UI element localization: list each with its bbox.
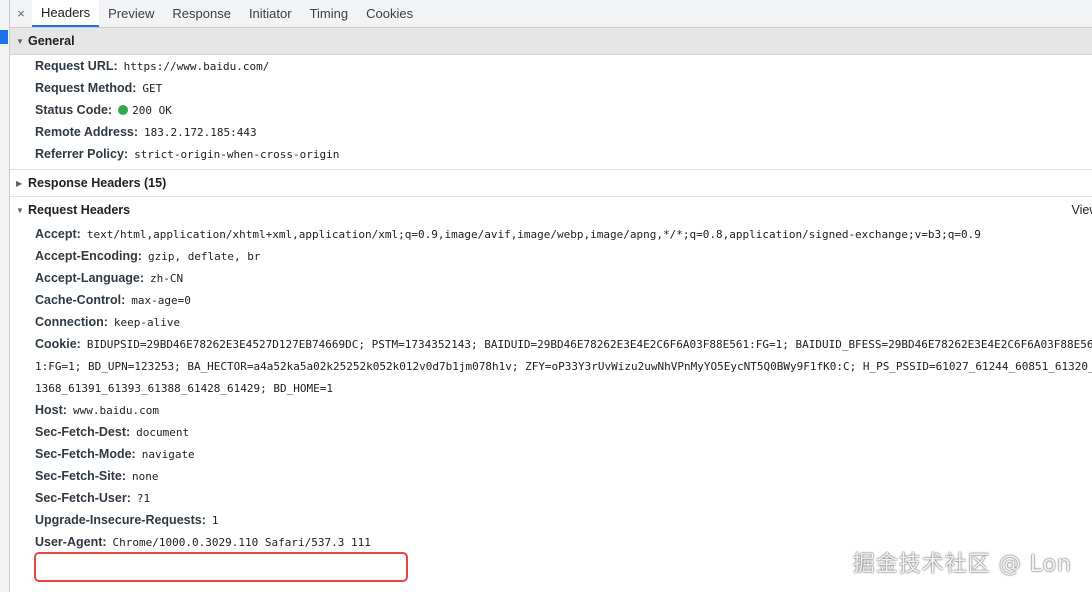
- header-key: Remote Address:: [35, 125, 139, 139]
- request-row-sec-fetch-site: Sec-Fetch-Site: none: [10, 465, 1092, 487]
- header-value: 183.2.172.185:443: [144, 125, 257, 139]
- header-key: Sec-Fetch-Site:: [35, 469, 126, 483]
- header-value: strict-origin-when-cross-origin: [134, 147, 340, 161]
- general-row-request-url: Request URL: https://www.baidu.com/: [10, 55, 1092, 77]
- header-key: Host:: [35, 403, 67, 417]
- tab-initiator[interactable]: Initiator: [240, 0, 301, 27]
- header-value: 200 OK: [132, 103, 172, 117]
- header-key: Sec-Fetch-User:: [35, 491, 131, 505]
- selected-request-indicator: [0, 30, 8, 44]
- header-value: keep-alive: [113, 315, 181, 329]
- request-headers-title: Request Headers: [28, 203, 131, 217]
- header-value: zh-CN: [150, 271, 184, 285]
- tab-response[interactable]: Response: [163, 0, 240, 27]
- header-key: Accept-Encoding:: [35, 249, 142, 263]
- headers-panel: ▼ General Request URL: https://www.baidu…: [10, 28, 1092, 592]
- status-ok-icon: [118, 105, 129, 115]
- request-row-connection: Connection: keep-alive: [10, 311, 1092, 333]
- header-value: https://www.baidu.com/: [123, 59, 270, 73]
- header-value: document: [136, 425, 190, 439]
- user-agent-highlight: [34, 552, 408, 582]
- header-key: User-Agent:: [35, 535, 107, 549]
- general-row-request-method: Request Method: GET: [10, 77, 1092, 99]
- request-row-accept: Accept: text/html,application/xhtml+xml,…: [10, 223, 1092, 245]
- header-value: navigate: [141, 447, 195, 461]
- triangle-down-icon: ▼: [16, 36, 24, 46]
- response-headers-section-header[interactable]: ▶ Response Headers (15): [10, 170, 1092, 196]
- general-row-referrer-policy: Referrer Policy: strict-origin-when-cros…: [10, 143, 1092, 165]
- header-value: www.baidu.com: [72, 403, 160, 417]
- header-value: Chrome/1000.0.3029.110 Safari/537.3 111: [112, 535, 371, 549]
- header-key: Referrer Policy:: [35, 147, 129, 161]
- request-row-upgrade-insecure-requests: Upgrade-Insecure-Requests: 1: [10, 509, 1092, 531]
- request-row-accept-language: Accept-Language: zh-CN: [10, 267, 1092, 289]
- header-key: Accept:: [35, 227, 81, 241]
- request-row-cookie-continued: 1368_61391_61393_61388_61428_61429; BD_H…: [10, 377, 1092, 399]
- general-row-remote-address: Remote Address: 183.2.172.185:443: [10, 121, 1092, 143]
- close-icon[interactable]: ×: [10, 0, 32, 27]
- tab-headers[interactable]: Headers: [32, 0, 100, 27]
- request-row-cookie-continued: 1:FG=1; BD_UPN=123253; BA_HECTOR=a4a52ka…: [10, 355, 1092, 377]
- header-key: Cookie:: [35, 337, 81, 351]
- request-row-sec-fetch-dest: Sec-Fetch-Dest: document: [10, 421, 1092, 443]
- header-value: GET: [142, 81, 163, 95]
- header-value: 1368_61391_61393_61388_61428_61429; BD_H…: [35, 381, 334, 395]
- request-row-cache-control: Cache-Control: max-age=0: [10, 289, 1092, 311]
- request-row-sec-fetch-user: Sec-Fetch-User: ?1: [10, 487, 1092, 509]
- header-key: Status Code:: [35, 103, 113, 117]
- request-row-sec-fetch-mode: Sec-Fetch-Mode: navigate: [10, 443, 1092, 465]
- header-value: 1: [211, 513, 219, 527]
- header-key: Sec-Fetch-Mode:: [35, 447, 136, 461]
- header-key: Request Method:: [35, 81, 137, 95]
- response-headers-title: Response Headers (15): [28, 176, 167, 190]
- header-value: text/html,application/xhtml+xml,applicat…: [86, 227, 981, 241]
- header-value: none: [132, 469, 159, 483]
- header-key: Connection:: [35, 315, 108, 329]
- general-row-status-code: Status Code: 200 OK: [10, 99, 1092, 121]
- left-gutter: [0, 0, 10, 592]
- header-value: 1:FG=1; BD_UPN=123253; BA_HECTOR=a4a52ka…: [35, 359, 1092, 373]
- tab-bar: × Headers Preview Response Initiator Tim…: [10, 0, 1092, 28]
- request-headers-section-header[interactable]: ▼ Request Headers View sou: [10, 197, 1092, 223]
- triangle-down-icon: ▼: [16, 205, 24, 215]
- header-key: Upgrade-Insecure-Requests:: [35, 513, 206, 527]
- triangle-right-icon: ▶: [16, 178, 23, 188]
- header-value: gzip, deflate, br: [147, 249, 261, 263]
- request-row-host: Host: www.baidu.com: [10, 399, 1092, 421]
- general-section-header[interactable]: ▼ General: [10, 28, 1092, 55]
- header-value: BIDUPSID=29BD46E78262E3E4527D127EB74669D…: [86, 337, 1092, 351]
- request-row-cookie: Cookie: BIDUPSID=29BD46E78262E3E4527D127…: [10, 333, 1092, 355]
- header-key: Request URL:: [35, 59, 118, 73]
- header-key: Accept-Language:: [35, 271, 145, 285]
- general-title: General: [28, 34, 75, 48]
- watermark: 掘金技术社区 @ Lon: [852, 552, 1072, 577]
- header-value: max-age=0: [131, 293, 191, 307]
- tab-preview[interactable]: Preview: [99, 0, 163, 27]
- view-source-link[interactable]: View sou: [1072, 203, 1092, 217]
- tab-timing[interactable]: Timing: [301, 0, 358, 27]
- request-row-accept-encoding: Accept-Encoding: gzip, deflate, br: [10, 245, 1092, 267]
- header-key: Cache-Control:: [35, 293, 126, 307]
- tab-cookies[interactable]: Cookies: [357, 0, 422, 27]
- header-value: ?1: [136, 491, 151, 505]
- header-key: Sec-Fetch-Dest:: [35, 425, 131, 439]
